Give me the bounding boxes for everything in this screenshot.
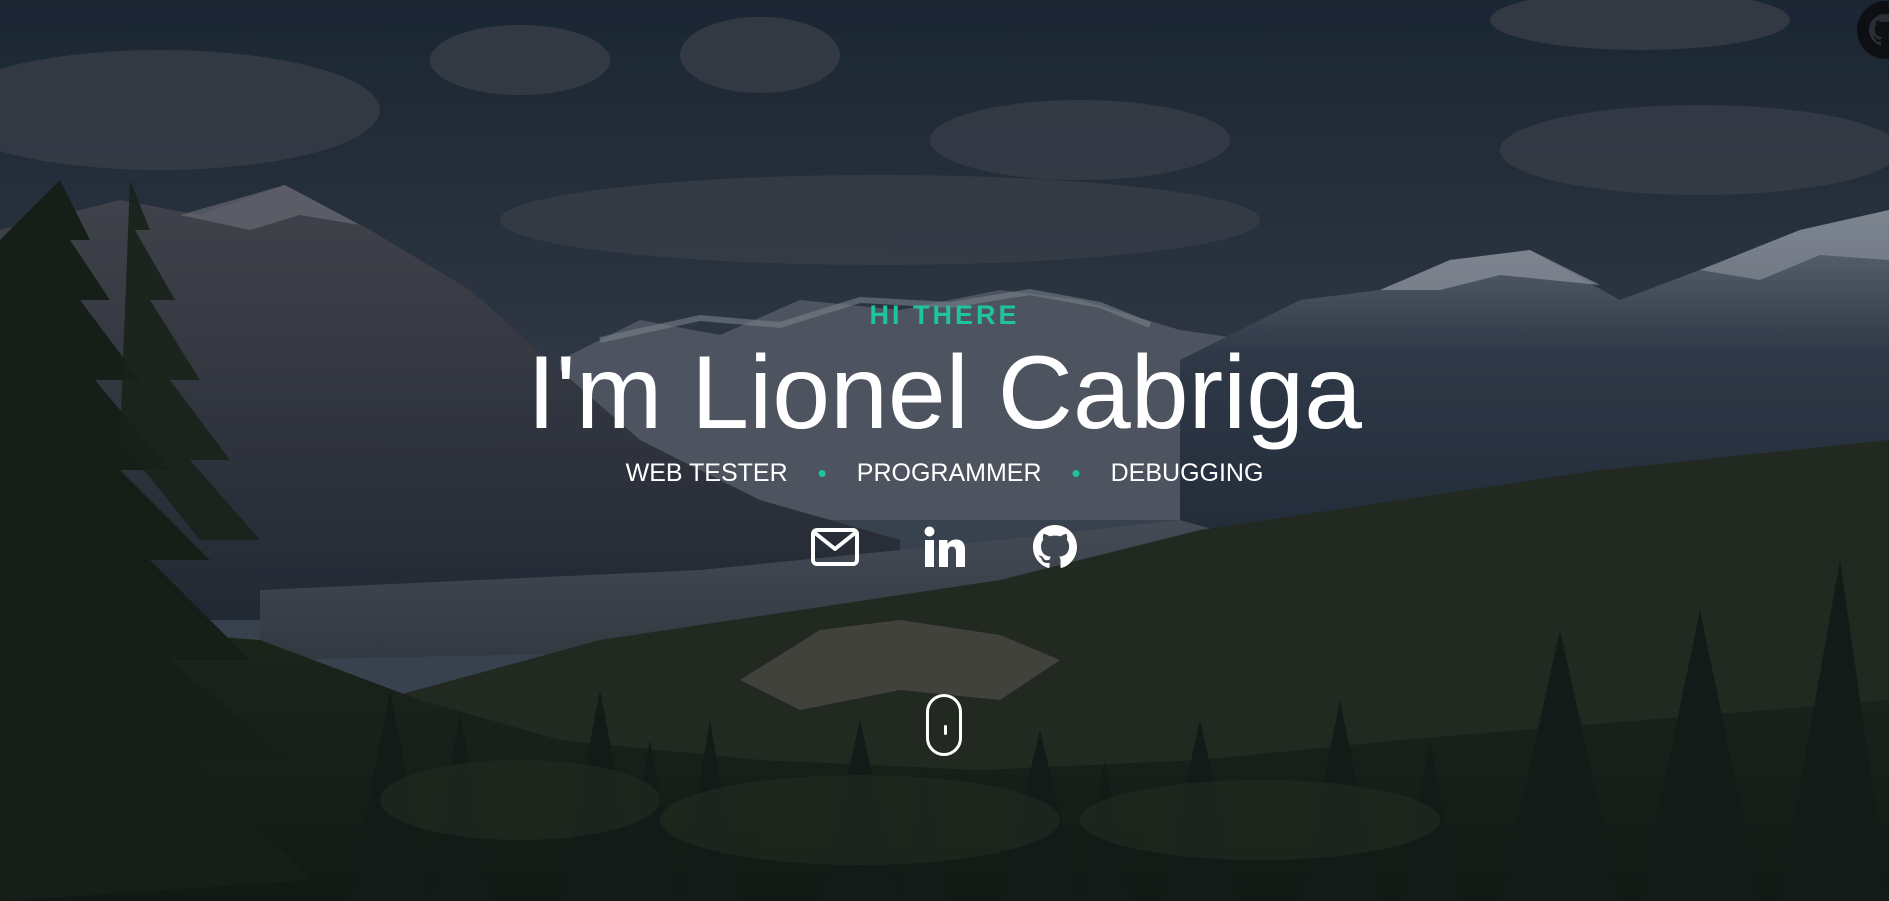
scroll-down-indicator[interactable] <box>926 694 962 756</box>
email-link[interactable] <box>809 524 861 570</box>
hero-section: HI THERE I'm Lionel Cabriga WEB TESTER •… <box>0 0 1889 901</box>
mouse-scroll-icon <box>944 725 947 735</box>
role-debugging: DEBUGGING <box>1110 459 1264 487</box>
hero-title: I'm Lionel Cabriga <box>527 335 1362 451</box>
github-corner-link[interactable] <box>1829 0 1889 60</box>
role-programmer: PROGRAMMER <box>856 459 1042 487</box>
github-icon <box>1032 525 1077 568</box>
role-separator: • <box>817 458 827 488</box>
roles-list: WEB TESTER • PROGRAMMER • DEBUGGING <box>0 458 1889 489</box>
social-links <box>0 524 1889 570</box>
linkedin-link[interactable] <box>919 524 971 570</box>
role-web-tester: WEB TESTER <box>625 459 788 487</box>
linkedin-icon <box>924 526 965 567</box>
github-link[interactable] <box>1029 524 1081 570</box>
hero-content: HI THERE I'm Lionel Cabriga WEB TESTER •… <box>0 0 1889 901</box>
role-separator: • <box>1071 458 1081 488</box>
hero-greeting: HI THERE <box>869 300 1020 330</box>
envelope-icon <box>810 528 859 566</box>
github-corner-icon <box>1857 1 1889 59</box>
